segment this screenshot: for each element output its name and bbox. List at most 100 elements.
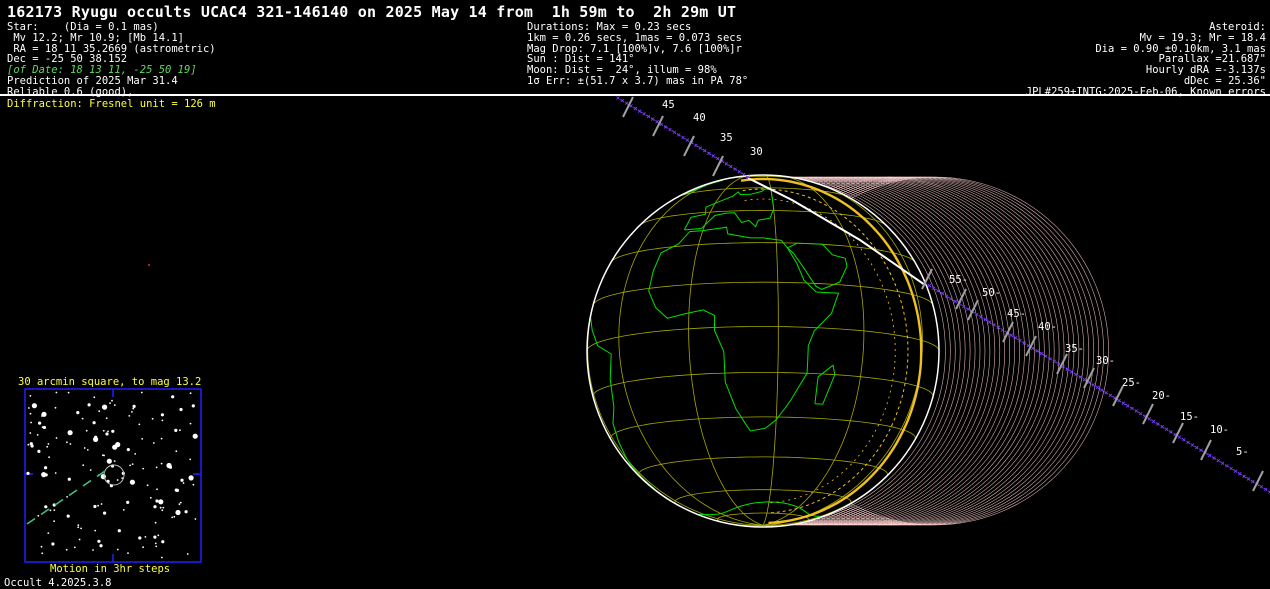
finder-star — [46, 446, 48, 448]
finder-star — [69, 431, 72, 434]
track-marker — [1131, 407, 1134, 410]
finder-star — [98, 410, 100, 412]
version-label: Occult 4.2025.3.8 — [4, 577, 111, 589]
finder-star — [29, 432, 31, 434]
track-label-lower: 50- — [982, 287, 1001, 299]
track-marker — [1152, 420, 1155, 423]
finder-star — [53, 509, 55, 511]
finder-star — [48, 456, 50, 458]
track-marker — [1165, 428, 1168, 431]
finder-star — [127, 448, 130, 451]
finder-star — [37, 434, 39, 436]
finder-star — [79, 539, 81, 541]
finder-star — [173, 516, 175, 518]
finder-star — [86, 430, 88, 432]
finder-star — [41, 552, 43, 554]
finder-star — [41, 546, 43, 548]
finder-star — [50, 510, 52, 512]
finder-star — [132, 463, 134, 465]
track-marker — [1139, 412, 1142, 415]
finder-star — [27, 444, 29, 446]
finder-star — [171, 517, 173, 519]
finder-star — [155, 543, 157, 545]
track-label-lower: 20- — [1152, 390, 1171, 402]
finder-star — [77, 524, 79, 526]
finder-star — [51, 542, 54, 545]
finder-star — [90, 469, 92, 471]
finder-star — [161, 413, 164, 416]
finder-star — [132, 408, 134, 410]
track-marker — [1247, 477, 1250, 480]
finder-star — [87, 449, 89, 451]
track-tick — [1084, 368, 1094, 388]
finder-chart-motion-label: Motion in 3hr steps — [50, 563, 170, 575]
finder-star — [80, 528, 82, 530]
finder-star — [175, 450, 177, 452]
finder-star — [47, 532, 49, 534]
track-label-upper: 40 — [693, 112, 706, 124]
track-marker — [1044, 355, 1047, 358]
finder-star — [105, 432, 108, 435]
finder-star — [84, 447, 86, 449]
finder-star — [142, 546, 144, 548]
finder-star — [107, 431, 109, 433]
finder-star — [44, 466, 47, 469]
finder-star — [107, 459, 112, 464]
finder-star — [111, 400, 113, 402]
finder-star — [161, 509, 163, 511]
finder-star — [97, 505, 99, 507]
track-label-lower: 5- — [1236, 446, 1249, 458]
finder-star — [41, 472, 46, 477]
finder-star — [138, 424, 140, 426]
finder-star — [93, 421, 96, 424]
finder-star — [131, 411, 133, 413]
finder-star — [130, 480, 135, 485]
track-label-lower: 15- — [1180, 411, 1199, 423]
finder-star — [77, 526, 79, 528]
track-marker — [1238, 472, 1241, 475]
track-tick — [1173, 423, 1183, 443]
occultation-map: 4540353055-50-45-40-35-30-25-20-15-10-5- — [0, 0, 1270, 588]
finder-star — [82, 464, 84, 466]
finder-star — [102, 406, 104, 408]
shadow-rings — [587, 175, 1109, 527]
finder-star — [123, 509, 125, 511]
finder-star — [161, 557, 163, 559]
finder-star — [67, 515, 70, 518]
track-label-lower: 40- — [1038, 321, 1057, 333]
finder-star — [28, 407, 30, 409]
finder-star — [185, 510, 188, 513]
finder-star — [117, 479, 119, 481]
finder-star — [179, 503, 181, 505]
track-tick — [653, 116, 663, 136]
track-marker — [734, 168, 737, 171]
finder-star — [141, 392, 143, 394]
finder-star — [176, 512, 178, 514]
track-marker — [669, 128, 672, 131]
finder-star — [162, 507, 164, 509]
track-label-lower: 10- — [1210, 424, 1229, 436]
finder-star — [55, 472, 57, 474]
track-marker — [1178, 436, 1181, 439]
globe-background — [587, 175, 939, 527]
finder-star — [153, 536, 156, 539]
finder-star — [114, 460, 116, 462]
finder-star — [158, 499, 163, 504]
finder-star — [93, 396, 95, 398]
finder-star — [48, 443, 50, 445]
track-tick — [1143, 404, 1153, 424]
finder-star — [76, 411, 79, 414]
finder-star — [141, 438, 143, 440]
finder-star — [179, 408, 182, 411]
finder-star — [56, 437, 58, 439]
finder-star — [155, 546, 157, 548]
finder-star — [92, 549, 94, 551]
finder-star — [180, 502, 182, 504]
finder-star — [30, 422, 32, 424]
track-marker — [988, 321, 991, 324]
finder-star — [147, 484, 149, 486]
track-label-lower: 55- — [949, 274, 968, 286]
finder-star — [187, 553, 189, 555]
finder-star — [162, 420, 164, 422]
track-marker — [1225, 464, 1228, 467]
